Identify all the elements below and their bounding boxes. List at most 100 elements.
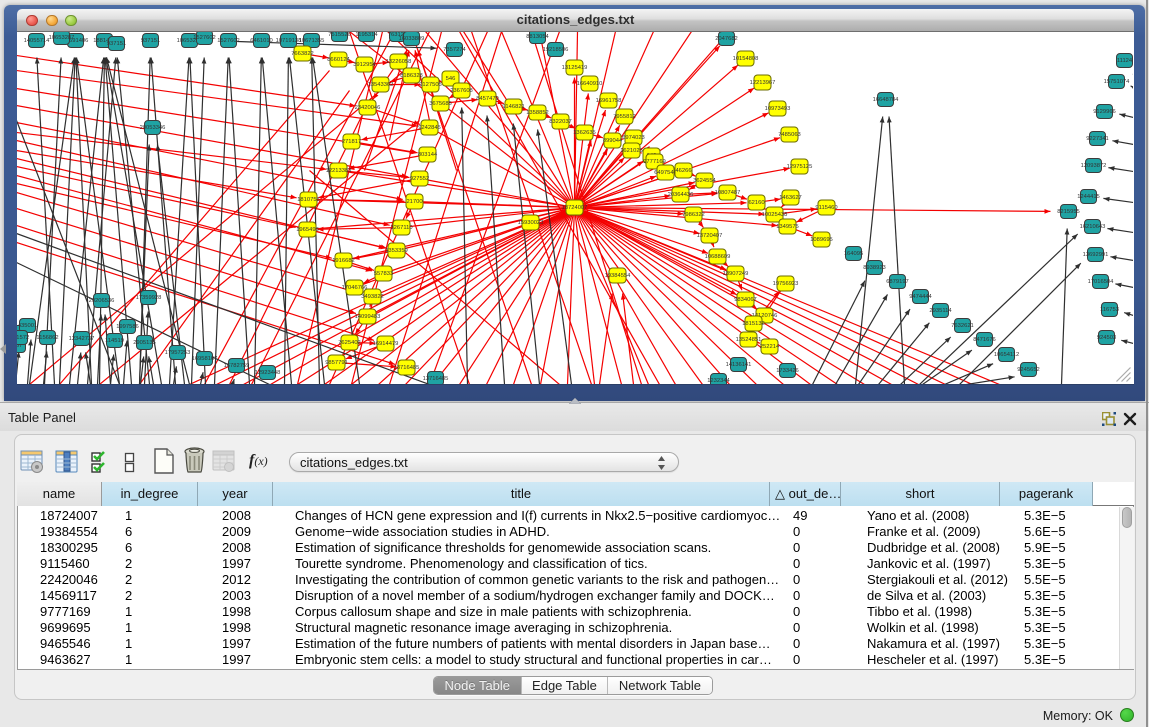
svg-text:16782759: 16782759 (224, 363, 250, 369)
svg-text:8813054: 8813054 (526, 34, 549, 40)
svg-text:9242845: 9242845 (418, 125, 441, 131)
svg-text:18907249: 18907249 (723, 271, 749, 277)
svg-text:9474444: 9474444 (909, 294, 932, 300)
svg-text:10154808: 10154808 (733, 56, 759, 62)
svg-text:937151: 937151 (141, 38, 160, 44)
svg-text:8471676: 8471676 (973, 337, 996, 343)
svg-text:899044: 899044 (603, 138, 623, 144)
svg-text:14055714: 14055714 (24, 38, 51, 44)
svg-text:8322037: 8322037 (549, 119, 572, 125)
svg-text:6974023: 6974023 (622, 135, 645, 141)
svg-text:1965498: 1965498 (296, 227, 319, 233)
svg-text:18724007: 18724007 (562, 205, 588, 211)
svg-text:1463627: 1463627 (779, 195, 802, 201)
svg-text:9146821: 9146821 (502, 104, 525, 110)
svg-text:9245652: 9245652 (1017, 367, 1040, 373)
svg-text:16210643: 16210643 (1080, 224, 1106, 230)
svg-text:8215955: 8215955 (1057, 209, 1080, 215)
svg-text:12213967: 12213967 (750, 80, 776, 86)
svg-text:1527602: 1527602 (193, 35, 216, 41)
svg-text:10653287: 10653287 (49, 35, 75, 41)
svg-text:13720407: 13720407 (697, 233, 723, 239)
svg-text:252214: 252214 (760, 344, 780, 350)
svg-text:12093872: 12093872 (1081, 163, 1107, 169)
svg-text:9129966: 9129966 (1093, 109, 1116, 115)
svg-text:10807487: 10807487 (715, 190, 741, 196)
svg-text:7632621: 7632621 (951, 323, 974, 329)
svg-text:927552: 927552 (410, 176, 429, 182)
svg-text:13226058: 13226058 (386, 59, 412, 65)
svg-text:8660124: 8660124 (327, 57, 350, 63)
svg-text:20364436: 20364436 (668, 192, 694, 198)
svg-text:3493822: 3493822 (361, 294, 384, 300)
svg-text:16640910: 16640910 (577, 81, 603, 87)
svg-text:7485063: 7485063 (778, 132, 801, 138)
svg-text:2905135: 2905135 (133, 340, 156, 346)
svg-text:14099483: 14099483 (355, 314, 381, 320)
svg-text:1527602: 1527602 (217, 38, 240, 44)
svg-text:10025438: 10025438 (762, 212, 788, 218)
svg-text:937151: 937151 (107, 41, 126, 47)
svg-text:164095: 164095 (844, 251, 863, 257)
svg-text:17957253: 17957253 (165, 350, 191, 356)
svg-text:20206536: 20206536 (89, 298, 115, 304)
svg-text:62160: 62160 (748, 200, 764, 206)
svg-text:116753: 116753 (1100, 307, 1119, 313)
svg-text:8938923: 8938923 (863, 265, 886, 271)
svg-text:803144: 803144 (418, 152, 438, 158)
svg-text:17359928: 17359928 (136, 295, 162, 301)
svg-text:15751074: 15751074 (1104, 79, 1131, 85)
svg-text:3267110: 3267110 (390, 225, 412, 231)
svg-text:435001: 435001 (18, 323, 37, 329)
svg-text:17016504: 17016504 (1088, 279, 1115, 285)
svg-text:10719138: 10719138 (276, 38, 302, 44)
svg-text:2935114: 2935114 (929, 308, 952, 314)
svg-text:12342737: 12342737 (69, 336, 95, 342)
svg-text:1358852: 1358852 (526, 110, 549, 116)
svg-text:1621025: 1621025 (620, 148, 643, 154)
svg-text:3675685: 3675685 (429, 101, 452, 107)
svg-text:13125419: 13125419 (562, 65, 588, 71)
svg-text:12213383: 12213383 (326, 168, 352, 174)
svg-text:10688609: 10688609 (705, 254, 731, 260)
svg-text:1362635: 1362635 (573, 130, 596, 136)
svg-text:1997586: 1997586 (116, 324, 139, 330)
svg-text:9115460: 9115460 (815, 205, 837, 211)
svg-text:1244415: 1244415 (1077, 194, 1100, 200)
svg-text:924503: 924503 (1097, 335, 1116, 341)
svg-text:1353359: 1353359 (385, 248, 408, 254)
svg-text:114519: 114519 (105, 338, 124, 344)
svg-text:8186328: 8186328 (400, 73, 423, 79)
svg-text:16958167: 16958167 (192, 356, 218, 362)
svg-text:16914479: 16914479 (373, 341, 399, 347)
svg-text:7625402: 7625402 (338, 340, 361, 346)
svg-text:10973493: 10973493 (765, 106, 791, 112)
svg-text:7357274: 7357274 (443, 47, 466, 53)
svg-text:13692991: 13692991 (1083, 252, 1109, 258)
svg-text:21700: 21700 (406, 199, 422, 205)
svg-text:19756923: 19756923 (773, 281, 799, 287)
svg-text:1089695: 1089695 (810, 237, 833, 243)
svg-text:12975125: 12975125 (787, 164, 813, 170)
svg-text:6497546: 6497546 (654, 170, 677, 176)
svg-text:1810755: 1810755 (297, 197, 320, 203)
svg-text:13524851: 13524851 (736, 337, 762, 343)
svg-text:9227341: 9227341 (1086, 136, 1109, 142)
svg-text:20053346: 20053346 (140, 125, 166, 131)
svg-text:13716485: 13716485 (423, 376, 449, 382)
svg-text:23420046: 23420046 (355, 105, 381, 111)
svg-text:271817: 271817 (342, 139, 361, 145)
svg-text:16961758: 16961758 (596, 98, 622, 104)
svg-text:7663822: 7663822 (291, 51, 314, 57)
svg-text:13543362: 13543362 (368, 82, 394, 88)
svg-text:1733426: 1733426 (776, 368, 799, 374)
svg-text:19384554: 19384554 (605, 273, 632, 279)
svg-text:10654112: 10654112 (994, 352, 1019, 358)
svg-text:1916682: 1916682 (332, 258, 355, 264)
svg-text:16648784: 16648784 (873, 97, 900, 103)
svg-text:6461010: 6461010 (250, 38, 273, 44)
svg-text:9777169: 9777169 (643, 159, 666, 165)
svg-text:1815132: 1815132 (742, 321, 765, 327)
svg-text:1156862: 1156862 (36, 335, 58, 341)
svg-text:391572: 391572 (17, 335, 29, 341)
